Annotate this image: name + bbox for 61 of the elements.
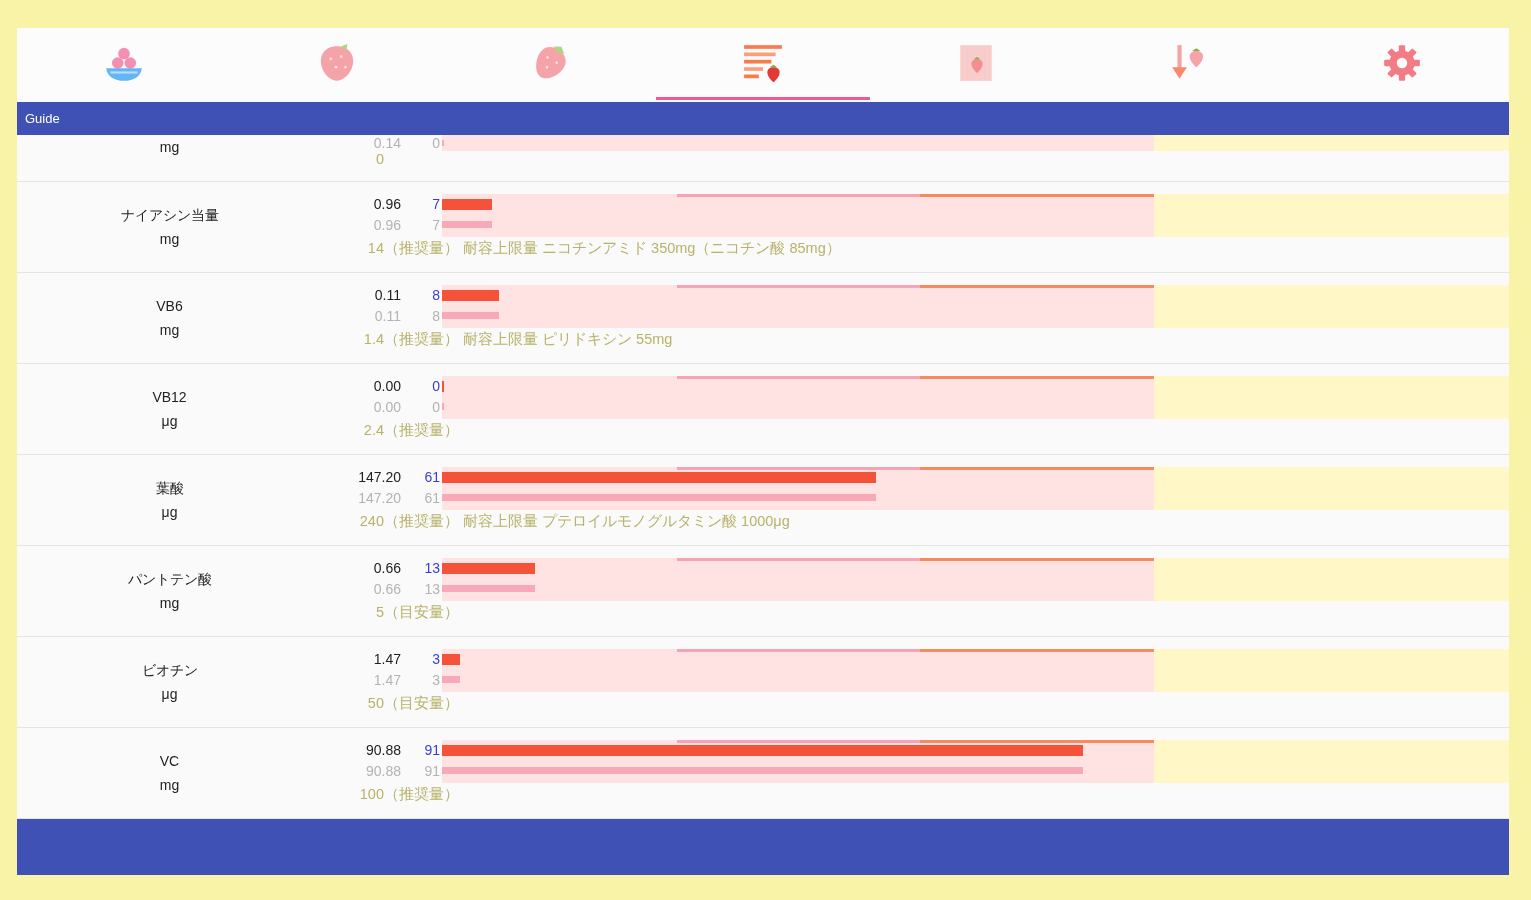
nutrient-value: 0.00: [372, 398, 401, 417]
reference-note: （目安量）: [384, 603, 459, 621]
percent-value: 13: [423, 559, 441, 578]
nutrient-name: VB6: [156, 297, 183, 316]
nutrient-value: 0.66: [372, 559, 401, 578]
percent-value: 0: [431, 135, 441, 151]
nutrient-value: 0.00: [372, 377, 401, 396]
unit-label: mg: [159, 321, 180, 340]
unit-label: mg: [159, 138, 180, 157]
percent-value: 0: [431, 377, 441, 396]
nutrient-value: 0.11: [373, 307, 401, 326]
percent-value: 91: [423, 762, 441, 781]
reference-note: （推奨量） 耐容上限量 ピリドキシン 55mg: [384, 330, 673, 348]
nutrient-name: パントテン酸: [127, 570, 212, 589]
reference-note: （目安量）: [384, 694, 459, 712]
nutrient-name: ビオチン: [141, 661, 198, 680]
percent-value: 3: [431, 671, 441, 690]
nutrient-value: 1.47: [372, 671, 401, 690]
recommended-amount: 0: [374, 150, 384, 168]
nutrient-value: 0.66: [372, 580, 401, 599]
nutrient-value: 0.11: [373, 286, 401, 305]
nutrient-name: 葉酸: [155, 479, 184, 498]
percent-value: 8: [431, 307, 441, 326]
percent-value: 8: [431, 286, 441, 305]
nutrient-value: 0.96: [372, 195, 401, 214]
reference-note: （推奨量）: [384, 785, 459, 803]
percent-value: 3: [431, 650, 441, 669]
percent-value: 13: [423, 580, 441, 599]
nutrient-value: 147.20: [357, 468, 401, 487]
reference-note: （推奨量） 耐容上限量 プテロイルモノグルタミン酸 1000μg: [384, 512, 790, 530]
recommended-amount: 100: [358, 785, 384, 803]
recommended-amount: 240: [358, 512, 384, 530]
percent-value: 7: [431, 216, 441, 235]
nutrient-value: 0.14: [372, 135, 401, 151]
unit-label: μg: [161, 412, 178, 431]
nutrient-name: VB12: [152, 388, 187, 407]
nutrient-name: VC: [159, 752, 180, 771]
nutrient-name: ナイアシン当量: [120, 206, 219, 225]
percent-value: 0: [431, 398, 441, 417]
recommended-amount: 14: [366, 239, 384, 257]
percent-value: 7: [431, 195, 441, 214]
percent-value: 61: [423, 489, 441, 508]
recommended-amount: 5: [374, 603, 384, 621]
nutrient-value: 90.88: [364, 762, 401, 781]
header-title: Guide: [24, 110, 60, 127]
unit-label: mg: [159, 776, 180, 795]
recommended-amount: 50: [366, 694, 384, 712]
recommended-amount: 1.4: [362, 330, 384, 348]
unit-label: μg: [161, 685, 178, 704]
recommended-amount: 2.4: [362, 421, 384, 439]
unit-label: μg: [161, 503, 178, 522]
nutrient-value: 90.88: [364, 741, 401, 760]
percent-value: 61: [423, 468, 441, 487]
reference-note: （推奨量） 耐容上限量 ニコチンアミド 350mg（ニコチン酸 85mg）: [384, 239, 841, 257]
percent-value: 91: [423, 741, 441, 760]
reference-note: （推奨量）: [384, 421, 459, 439]
unit-label: mg: [159, 594, 180, 613]
unit-label: mg: [159, 230, 180, 249]
nutrient-value: 1.47: [372, 650, 401, 669]
nutrient-value: 0.96: [372, 216, 401, 235]
nutrient-value: 147.20: [357, 489, 401, 508]
